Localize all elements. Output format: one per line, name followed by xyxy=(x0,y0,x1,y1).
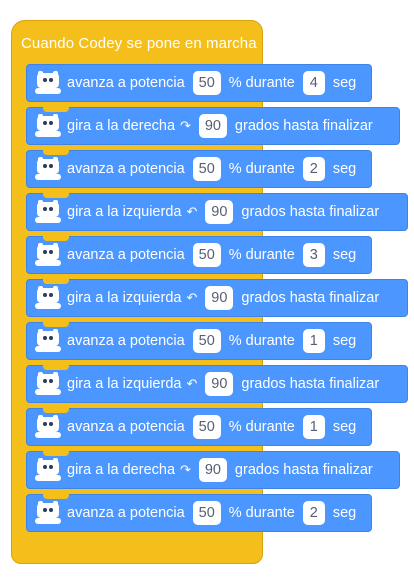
move-block[interactable]: avanza a potencia 50 % durante 1 seg xyxy=(26,322,372,360)
codey-robot-icon xyxy=(35,71,61,95)
block-label: gira a la derecha xyxy=(67,462,176,478)
unit-label: seg xyxy=(332,333,357,349)
duration-input[interactable]: 1 xyxy=(302,415,325,439)
degrees-input[interactable]: 90 xyxy=(205,286,234,310)
block-text: % durante xyxy=(228,419,295,435)
block-text: grados hasta finalizar xyxy=(234,462,373,478)
unit-label: seg xyxy=(332,247,357,263)
turn-block[interactable]: gira a la derecha ↷ 90 grados hasta fina… xyxy=(26,451,400,489)
block-text: % durante xyxy=(228,75,295,91)
degrees-input[interactable]: 90 xyxy=(198,114,227,138)
turn-block[interactable]: gira a la izquierda ↶ 90 grados hasta fi… xyxy=(26,279,408,317)
block-label: gira a la derecha xyxy=(67,118,176,134)
block-label: avanza a potencia xyxy=(67,75,185,91)
block-text: % durante xyxy=(228,333,295,349)
duration-input[interactable]: 4 xyxy=(302,71,325,95)
power-input[interactable]: 50 xyxy=(192,71,221,95)
codey-robot-icon xyxy=(35,415,61,439)
duration-input[interactable]: 2 xyxy=(302,157,325,181)
block-text: % durante xyxy=(228,247,295,263)
block-text: % durante xyxy=(228,161,295,177)
codey-robot-icon xyxy=(35,243,61,267)
codey-robot-icon xyxy=(35,458,61,482)
codey-robot-icon xyxy=(35,329,61,353)
block-text: % durante xyxy=(228,505,295,521)
power-input[interactable]: 50 xyxy=(192,415,221,439)
turn-block[interactable]: gira a la izquierda ↶ 90 grados hasta fi… xyxy=(26,193,408,231)
turn-block[interactable]: gira a la derecha ↷ 90 grados hasta fina… xyxy=(26,107,400,145)
codey-robot-icon xyxy=(35,501,61,525)
block-label: gira a la izquierda xyxy=(67,290,182,306)
codey-robot-icon xyxy=(35,114,61,138)
degrees-input[interactable]: 90 xyxy=(205,372,234,396)
codey-robot-icon xyxy=(35,157,61,181)
degrees-input[interactable]: 90 xyxy=(198,458,227,482)
power-input[interactable]: 50 xyxy=(192,157,221,181)
block-label: avanza a potencia xyxy=(67,505,185,521)
unit-label: seg xyxy=(332,75,357,91)
block-label: gira a la izquierda xyxy=(67,376,182,392)
move-block[interactable]: avanza a potencia 50 % durante 2 seg xyxy=(26,150,372,188)
move-block[interactable]: avanza a potencia 50 % durante 4 seg xyxy=(26,64,372,102)
move-block[interactable]: avanza a potencia 50 % durante 3 seg xyxy=(26,236,372,274)
turn-left-icon: ↶ xyxy=(186,376,198,391)
block-label: avanza a potencia xyxy=(67,247,185,263)
duration-input[interactable]: 1 xyxy=(302,329,325,353)
unit-label: seg xyxy=(332,161,357,177)
codey-robot-icon xyxy=(35,286,61,310)
block-text: grados hasta finalizar xyxy=(241,376,380,392)
power-input[interactable]: 50 xyxy=(192,329,221,353)
turn-left-icon: ↶ xyxy=(186,204,198,219)
degrees-input[interactable]: 90 xyxy=(205,200,234,224)
block-label: gira a la izquierda xyxy=(67,204,182,220)
block-text: grados hasta finalizar xyxy=(234,118,373,134)
block-label: avanza a potencia xyxy=(67,161,185,177)
duration-input[interactable]: 3 xyxy=(302,243,325,267)
unit-label: seg xyxy=(332,505,357,521)
power-input[interactable]: 50 xyxy=(192,501,221,525)
codey-robot-icon xyxy=(35,200,61,224)
unit-label: seg xyxy=(332,419,357,435)
turn-block[interactable]: gira a la izquierda ↶ 90 grados hasta fi… xyxy=(26,365,408,403)
block-text: grados hasta finalizar xyxy=(241,204,380,220)
codey-robot-icon xyxy=(35,372,61,396)
block-label: avanza a potencia xyxy=(67,333,185,349)
move-block[interactable]: avanza a potencia 50 % durante 1 seg xyxy=(26,408,372,446)
turn-right-icon: ↷ xyxy=(180,462,191,477)
block-label: avanza a potencia xyxy=(67,419,185,435)
turn-right-icon: ↷ xyxy=(180,118,191,133)
hat-block-label: Cuando Codey se pone en marcha xyxy=(21,35,257,52)
duration-input[interactable]: 2 xyxy=(302,501,325,525)
block-text: grados hasta finalizar xyxy=(241,290,380,306)
turn-left-icon: ↶ xyxy=(186,290,198,305)
move-block[interactable]: avanza a potencia 50 % durante 2 seg xyxy=(26,494,372,532)
power-input[interactable]: 50 xyxy=(192,243,221,267)
